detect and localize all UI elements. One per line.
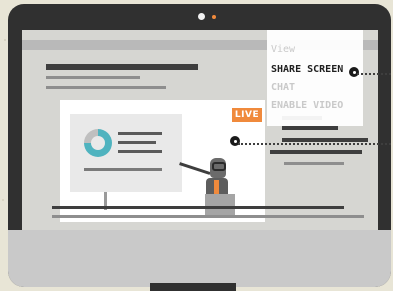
menu-item-view[interactable]: View [271, 44, 295, 55]
body-text-line [46, 86, 166, 89]
sidebar-text-line [284, 162, 344, 165]
presenter-pointing-arm [179, 162, 211, 175]
donut-chart-icon [84, 129, 112, 157]
power-led-icon [212, 15, 216, 19]
sidebar-text-line [282, 126, 338, 130]
monitor-screen: LIVE View SHARE SCREEN CHAT ENABLE VIDEO [22, 30, 378, 230]
webcam-icon [198, 13, 205, 20]
computer-monitor: LIVE View SHARE SCREEN CHAT ENABLE VIDEO [8, 4, 391, 287]
share-screen-callout-marker-icon [347, 65, 361, 79]
slide-text-line [118, 150, 162, 153]
menu-item-enable-video[interactable]: ENABLE VIDEO [271, 100, 343, 111]
video-callout-marker-icon [228, 134, 242, 148]
slide-text-line [118, 141, 156, 144]
menu-item-share-screen[interactable]: SHARE SCREEN [271, 64, 343, 75]
monitor-top-bezel [8, 4, 391, 30]
context-menu: View SHARE SCREEN CHAT ENABLE VIDEO [267, 30, 363, 126]
live-badge: LIVE [232, 108, 262, 122]
video-callout-line [238, 143, 391, 145]
subheader-text-line [46, 76, 140, 79]
presentation-slide [70, 114, 182, 192]
header-text-line [46, 64, 198, 70]
monitor-stand [150, 283, 236, 291]
footer-text-line [52, 215, 364, 218]
sidebar-text-line [282, 138, 368, 142]
menu-item-chat[interactable]: CHAT [271, 82, 295, 93]
live-video-panel[interactable]: LIVE [60, 100, 265, 222]
slide-text-line [118, 132, 162, 135]
monitor-chin [8, 230, 391, 287]
share-screen-callout-line [357, 73, 391, 75]
sidebar-text-line [270, 150, 362, 154]
footer-text-line [52, 206, 344, 209]
slide-text-line [84, 168, 162, 171]
presenter-glasses [212, 162, 226, 171]
